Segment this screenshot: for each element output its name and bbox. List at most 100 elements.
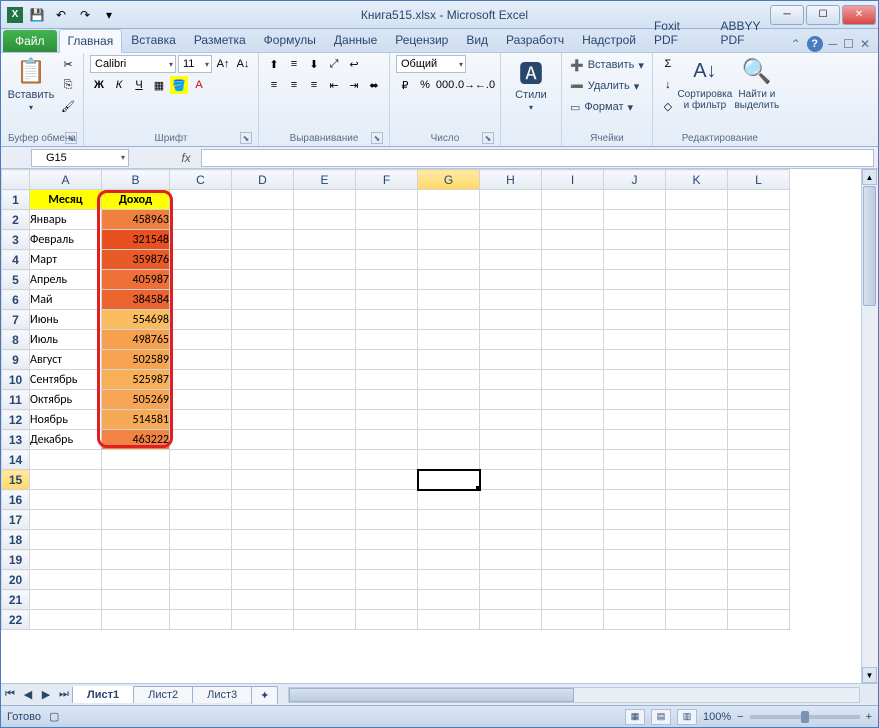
name-box[interactable]: G15 [31, 149, 129, 167]
cell-H16[interactable] [480, 490, 542, 510]
cell-G14[interactable] [418, 450, 480, 470]
cell-E8[interactable] [294, 330, 356, 350]
cell-D19[interactable] [232, 550, 294, 570]
qat-redo[interactable]: ↷ [75, 5, 95, 25]
comma-button[interactable]: 000 [436, 76, 454, 94]
cell-D2[interactable] [232, 210, 294, 230]
cell-F21[interactable] [356, 590, 418, 610]
cell-J14[interactable] [604, 450, 666, 470]
cell-K10[interactable] [666, 370, 728, 390]
col-header-G[interactable]: G [418, 170, 480, 190]
cell-J8[interactable] [604, 330, 666, 350]
doc-restore-icon[interactable]: ☐ [843, 37, 854, 51]
cell-A16[interactable] [30, 490, 102, 510]
cell-C6[interactable] [170, 290, 232, 310]
worksheet-grid[interactable]: ABCDEFGHIJKL1МесяцДоход2Январь4589633Фев… [1, 169, 878, 683]
cell-B8[interactable]: 498765 [102, 330, 170, 350]
cell-E7[interactable] [294, 310, 356, 330]
cell-F18[interactable] [356, 530, 418, 550]
row-header-11[interactable]: 11 [2, 390, 30, 410]
tab-insert[interactable]: Вставка [122, 28, 185, 52]
cell-L15[interactable] [728, 470, 790, 490]
cell-C2[interactable] [170, 210, 232, 230]
cell-C18[interactable] [170, 530, 232, 550]
cell-B5[interactable]: 405987 [102, 270, 170, 290]
percent-button[interactable]: % [416, 76, 434, 94]
cell-B15[interactable] [102, 470, 170, 490]
align-top-button[interactable]: ⬆ [265, 55, 283, 73]
cell-C12[interactable] [170, 410, 232, 430]
cell-G3[interactable] [418, 230, 480, 250]
cell-E14[interactable] [294, 450, 356, 470]
indent-dec-button[interactable]: ⇤ [325, 76, 343, 94]
cell-B1[interactable]: Доход [102, 190, 170, 210]
row-header-12[interactable]: 12 [2, 410, 30, 430]
cell-B4[interactable]: 359876 [102, 250, 170, 270]
cell-D22[interactable] [232, 610, 294, 630]
tab-file[interactable]: Файл [3, 30, 57, 52]
cell-L16[interactable] [728, 490, 790, 510]
cell-K13[interactable] [666, 430, 728, 450]
cell-G17[interactable] [418, 510, 480, 530]
cell-A12[interactable]: Ноябрь [30, 410, 102, 430]
cell-F10[interactable] [356, 370, 418, 390]
cell-J21[interactable] [604, 590, 666, 610]
cell-C15[interactable] [170, 470, 232, 490]
wrap-text-button[interactable]: ↩ [345, 55, 363, 73]
cell-J2[interactable] [604, 210, 666, 230]
cell-D1[interactable] [232, 190, 294, 210]
cell-B7[interactable]: 554698 [102, 310, 170, 330]
cell-E20[interactable] [294, 570, 356, 590]
font-name-combo[interactable]: Calibri [90, 55, 176, 73]
cell-H20[interactable] [480, 570, 542, 590]
cell-D10[interactable] [232, 370, 294, 390]
cell-L6[interactable] [728, 290, 790, 310]
cell-J13[interactable] [604, 430, 666, 450]
cell-E17[interactable] [294, 510, 356, 530]
cell-J15[interactable] [604, 470, 666, 490]
cell-H13[interactable] [480, 430, 542, 450]
cell-A7[interactable]: Июнь [30, 310, 102, 330]
row-header-18[interactable]: 18 [2, 530, 30, 550]
cell-E12[interactable] [294, 410, 356, 430]
tab-developer[interactable]: Разработч [497, 28, 573, 52]
scroll-down-button[interactable]: ▼ [862, 667, 877, 683]
font-size-combo[interactable]: 11 [178, 55, 212, 73]
cell-F14[interactable] [356, 450, 418, 470]
cell-K16[interactable] [666, 490, 728, 510]
cell-K8[interactable] [666, 330, 728, 350]
doc-close-icon[interactable]: ✕ [860, 37, 870, 51]
cell-H14[interactable] [480, 450, 542, 470]
cell-E22[interactable] [294, 610, 356, 630]
cell-K3[interactable] [666, 230, 728, 250]
sheet-tab-2[interactable]: Лист2 [133, 686, 193, 703]
row-header-5[interactable]: 5 [2, 270, 30, 290]
cell-B13[interactable]: 463222 [102, 430, 170, 450]
cell-E21[interactable] [294, 590, 356, 610]
cell-F22[interactable] [356, 610, 418, 630]
cell-K21[interactable] [666, 590, 728, 610]
col-header-A[interactable]: A [30, 170, 102, 190]
row-header-20[interactable]: 20 [2, 570, 30, 590]
row-header-1[interactable]: 1 [2, 190, 30, 210]
col-header-D[interactable]: D [232, 170, 294, 190]
row-header-6[interactable]: 6 [2, 290, 30, 310]
align-center-button[interactable]: ≡ [285, 76, 303, 94]
cell-I22[interactable] [542, 610, 604, 630]
number-launcher[interactable]: ⬊ [482, 132, 494, 144]
cell-L7[interactable] [728, 310, 790, 330]
cell-E9[interactable] [294, 350, 356, 370]
cell-F20[interactable] [356, 570, 418, 590]
cell-B20[interactable] [102, 570, 170, 590]
cell-G8[interactable] [418, 330, 480, 350]
cell-J12[interactable] [604, 410, 666, 430]
cell-A20[interactable] [30, 570, 102, 590]
cell-H8[interactable] [480, 330, 542, 350]
font-color-button[interactable]: A [190, 76, 208, 94]
cell-B18[interactable] [102, 530, 170, 550]
ribbon-minimize-icon[interactable]: ⌃ [791, 37, 801, 51]
view-pagebreak-button[interactable]: ▥ [677, 709, 697, 725]
cell-C22[interactable] [170, 610, 232, 630]
cells-delete-button[interactable]: ➖Удалить ▾ [568, 76, 641, 96]
cell-J4[interactable] [604, 250, 666, 270]
